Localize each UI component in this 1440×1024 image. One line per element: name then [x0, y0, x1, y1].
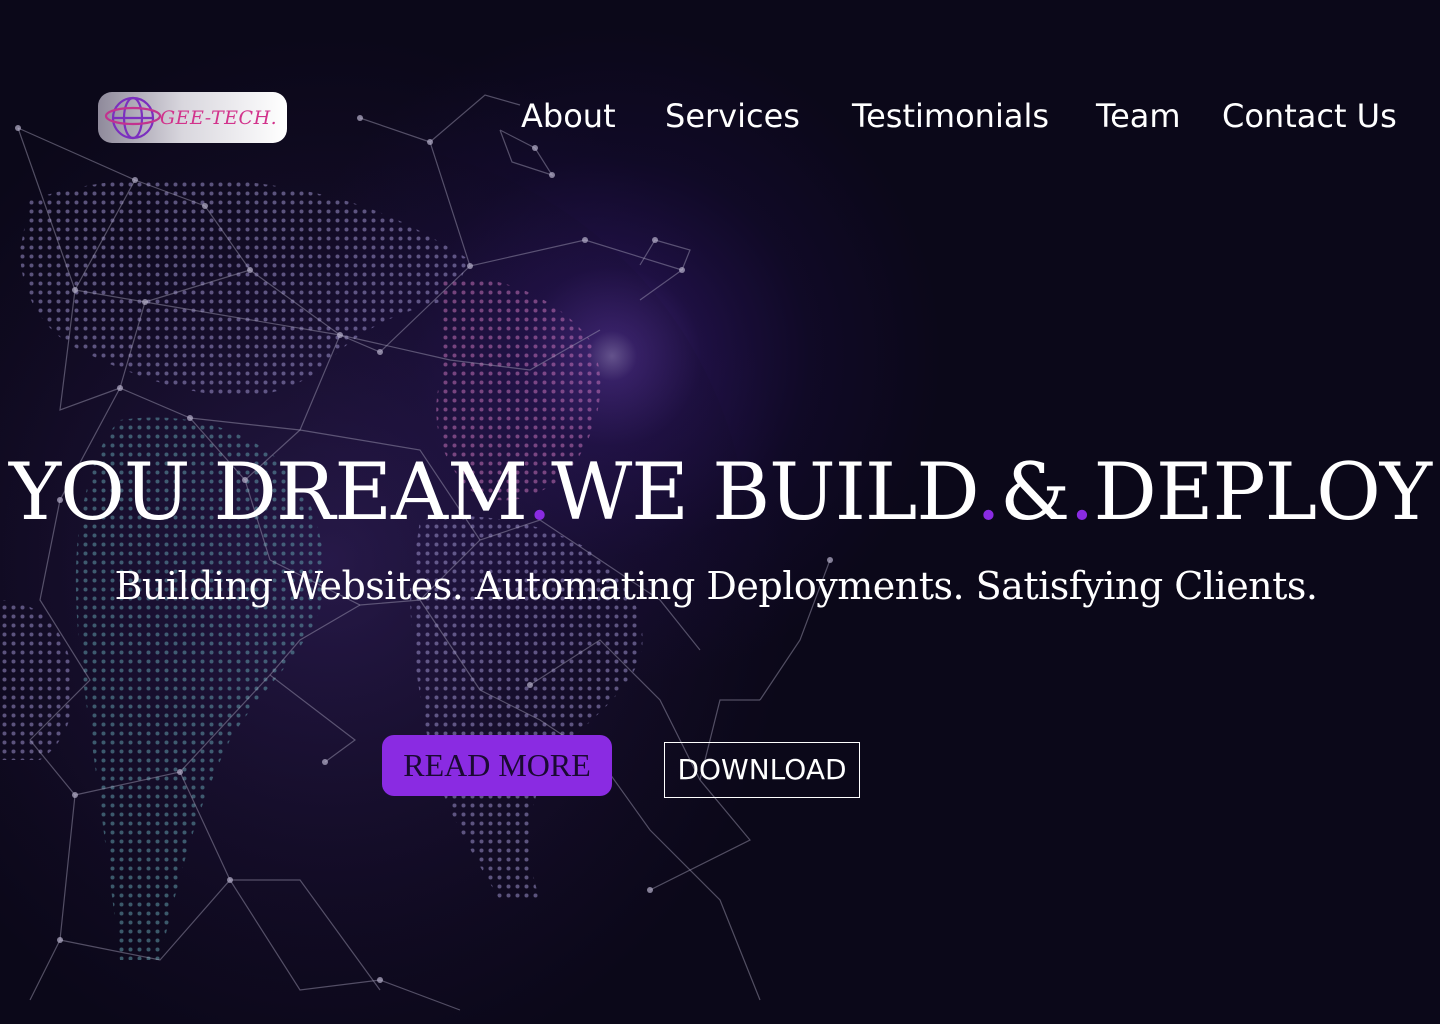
headline-part-dream: YOU DREAM [8, 446, 528, 538]
logo-text: GEE-TECH. [160, 107, 278, 129]
nav-testimonials[interactable]: Testimonials [852, 96, 1049, 136]
hero-headline: YOU DREAM.WE BUILD.&.DEPLOY [0, 444, 1440, 540]
download-button[interactable]: DOWNLOAD [664, 742, 860, 798]
hero-subheading: Building Websites. Automating Deployment… [114, 564, 1318, 608]
logo[interactable]: GEE-TECH. [98, 92, 287, 143]
read-more-button[interactable]: READ MORE [382, 735, 612, 796]
headline-dot: . [1069, 446, 1094, 538]
globe-icon [104, 96, 162, 140]
headline-dot: . [975, 446, 1001, 538]
nav-about[interactable]: About [521, 96, 616, 136]
headline-part-ampersand: & [1000, 446, 1070, 538]
nav-contact-us[interactable]: Contact Us [1222, 96, 1397, 136]
headline-part-build: WE BUILD [551, 446, 977, 538]
nav-team[interactable]: Team [1096, 96, 1181, 136]
headline-part-deploy: DEPLOY [1093, 446, 1433, 538]
headline-dot: . [526, 446, 552, 538]
nav-services[interactable]: Services [665, 96, 800, 136]
